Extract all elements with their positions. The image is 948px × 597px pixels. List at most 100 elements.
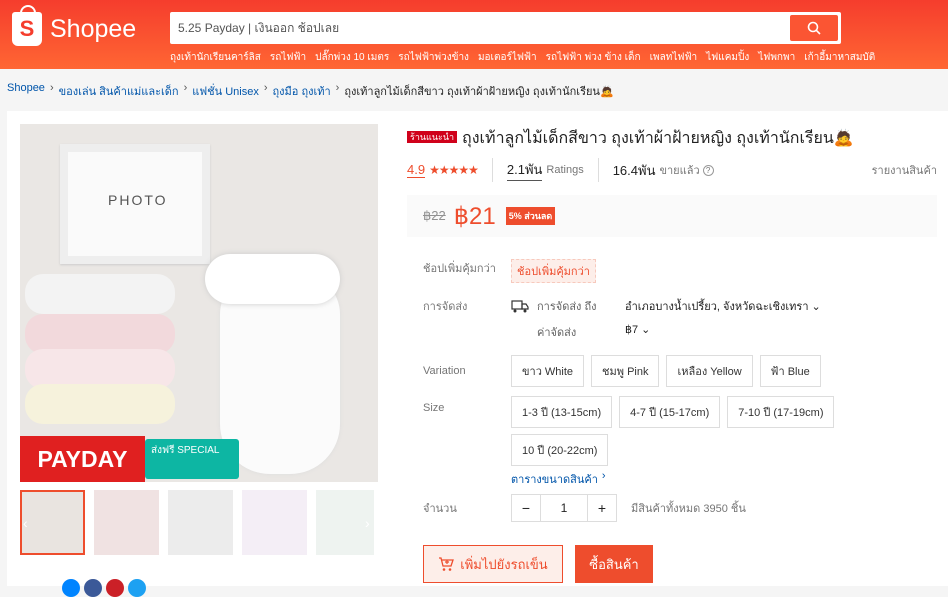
chevron-right-icon[interactable]: › [602, 470, 606, 488]
add-to-cart-label: เพิ่มไปยังรถเข็น [460, 556, 548, 572]
add-to-cart-button[interactable]: เพิ่มไปยังรถเข็น [423, 545, 563, 583]
current-price: ฿21 [453, 202, 496, 230]
lace-cuff [205, 254, 340, 304]
thumbnail[interactable] [20, 490, 85, 555]
variation-option[interactable]: เหลือง Yellow [666, 355, 753, 387]
ship-to-value[interactable]: อำเภอบางน้ำเปรี้ยว, จังหวัดฉะเชิงเทรา [625, 297, 809, 315]
help-icon[interactable]: ? [702, 164, 714, 176]
size-label: Size [423, 402, 445, 414]
ship-fee-value[interactable]: ฿7 [625, 323, 638, 341]
chevron-down-icon[interactable]: ⌄ [641, 323, 650, 341]
report-link[interactable]: รายงานสินค้า [872, 161, 937, 179]
shopee-bag-icon: S [12, 5, 42, 46]
quantity-row: จำนวน − 1 + มีสินค้าทั้งหมด 3950 ชิ้น [423, 494, 746, 522]
size-chart-row: ตารางขนาดสินค้า › [511, 470, 606, 488]
product-main-image[interactable]: PHOTO PAYDAY ส่งฟรี SPECIAL [20, 124, 378, 482]
quantity-label: จำนวน [423, 503, 457, 515]
ship-fee-label: ค่าจัดส่ง [537, 327, 577, 339]
quantity-stepper: − 1 + [511, 494, 617, 522]
quantity-input[interactable]: 1 [540, 495, 588, 521]
freeship-banner: ส่งฟรี SPECIAL [145, 439, 239, 479]
hint-link[interactable]: รถไฟฟ้า พ่วง ข้าง เด็ก [546, 50, 641, 65]
brand-name: Shopee [50, 14, 137, 43]
twitter-icon[interactable] [128, 579, 146, 597]
thumbnail[interactable] [168, 490, 233, 555]
price-box: ฿22 ฿21 5% ส่วนลด [407, 195, 937, 237]
buy-now-label: ซื้อสินค้า [589, 556, 639, 572]
rating-stars: ★★★★★ [429, 163, 479, 177]
hint-link[interactable]: มอเตอร์ไฟฟ้า [478, 50, 537, 65]
size-row: Size 1-3 ปี (13-15cm) 4-7 ปี (15-17cm) 7-1… [423, 396, 931, 466]
shipping-row: การจัดส่ง การจัดส่ง ถึง อำเภอบางน้ำเปรี้… [423, 297, 821, 341]
size-option[interactable]: 7-10 ปี (17-19cm) [727, 396, 835, 428]
voucher-tag[interactable]: ช้อปเพิ่มคุ้มกว่า [511, 259, 596, 283]
hint-link[interactable]: เก้าอี้มาหาสมบัติ [804, 50, 875, 65]
breadcrumb-link[interactable]: Shopee [7, 82, 45, 100]
frame-text: PHOTO [108, 192, 168, 208]
product-info: ร้านแนะนำ ถุงเท้าลูกไม้เด็กสีขาว ถุงเท้าผ… [407, 126, 937, 237]
variation-option[interactable]: ฟ้า Blue [759, 355, 821, 387]
hint-link[interactable]: ไฟแคมปิ้ง [706, 50, 749, 65]
discount-badge: 5% ส่วนลด [505, 207, 556, 225]
breadcrumb: Shopee › ของเล่น สินค้าแม่และเด็ก › แฟชั่น… [7, 82, 614, 100]
share-icons [62, 579, 146, 597]
search-button[interactable] [790, 15, 838, 41]
ship-to-label: การจัดส่ง ถึง [537, 301, 597, 313]
sold-count: 16.4พัน [612, 162, 656, 178]
hint-link[interactable]: รถไฟฟ้าพ่วงข้าง [398, 50, 469, 65]
breadcrumb-link[interactable]: แฟชั่น Unisex [192, 82, 259, 100]
variation-option[interactable]: ขาว White [511, 355, 585, 387]
variation-option[interactable]: ชมพู Pink [591, 355, 660, 387]
variation-label: Variation [423, 365, 466, 377]
variation-row: Variation ขาว White ชมพู Pink เหลือง Yello… [423, 355, 828, 387]
thumbnail[interactable] [94, 490, 159, 555]
thumbnail-strip: ‹ › [20, 490, 374, 555]
product-stats: 4.9 ★★★★★ 2.1พัน Ratings 16.4พัน ขายแล้ว… [407, 158, 937, 182]
increase-button[interactable]: + [588, 495, 616, 521]
cart-icon [439, 556, 455, 571]
hint-link[interactable]: รถไฟฟ้า [270, 50, 306, 65]
stock-info: มีสินค้าทั้งหมด 3950 ชิ้น [631, 503, 746, 515]
size-option[interactable]: 1-3 ปี (13-15cm) [511, 396, 613, 428]
hint-link[interactable]: ไฟพกพา [758, 50, 795, 65]
breadcrumb-link[interactable]: ถุงมือ ถุงเท้า [273, 82, 331, 100]
product-title-row: ร้านแนะนำ ถุงเท้าลูกไม้เด็กสีขาว ถุงเท้าผ… [407, 126, 937, 150]
thumb-next-icon[interactable]: › [365, 515, 370, 531]
recommended-badge: ร้านแนะนำ [407, 131, 458, 143]
header: S Shopee ถุงเท้านักเรียนคาร์ลิส รถไฟฟ้า … [0, 0, 948, 69]
size-option[interactable]: 4-7 ปี (15-17cm) [619, 396, 721, 428]
breadcrumb-link[interactable]: ของเล่น สินค้าแม่และเด็ก [59, 82, 179, 100]
search-icon [807, 21, 821, 35]
thumbnail[interactable] [242, 490, 307, 555]
original-price: ฿22 [423, 208, 446, 223]
photo-frame: PHOTO [60, 144, 210, 264]
shipping-label: การจัดส่ง [423, 301, 468, 313]
search-input[interactable] [178, 16, 778, 40]
chevron-down-icon[interactable]: ⌄ [812, 300, 821, 313]
size-chart-link[interactable]: ตารางขนาดสินค้า [511, 470, 598, 488]
sold-label: ขายแล้ว [659, 165, 700, 177]
ratings-count[interactable]: 2.1พัน [506, 159, 543, 181]
size-option[interactable]: 10 ปี (20-22cm) [511, 434, 609, 466]
truck-icon [511, 299, 529, 312]
product-panel: PHOTO PAYDAY ส่งฟรี SPECIAL ‹ › ร้านแนะน… [7, 111, 948, 597]
decrease-button[interactable]: − [512, 495, 540, 521]
pinterest-icon[interactable] [106, 579, 124, 597]
breadcrumb-current: ถุงเท้าลูกไม้เด็กสีขาว ถุงเท้าผ้าฝ้ายหญิ… [344, 86, 614, 98]
voucher-row: ช้อปเพิ่มคุ้มกว่า ช้อปเพิ่มคุ้มกว่า [423, 259, 596, 283]
hint-link[interactable]: ถุงเท้านักเรียนคาร์ลิส [170, 50, 261, 65]
buy-now-button[interactable]: ซื้อสินค้า [575, 545, 653, 583]
messenger-icon[interactable] [62, 579, 80, 597]
hint-link[interactable]: เพลทไฟฟ้า [650, 50, 698, 65]
hint-link[interactable]: ปลั๊กพ่วง 10 เมตร [315, 50, 389, 65]
rating-value[interactable]: 4.9 [407, 162, 426, 178]
product-title: ถุงเท้าลูกไม้เด็กสีขาว ถุงเท้าผ้าฝ้ายหญิ… [462, 130, 854, 147]
voucher-label: ช้อปเพิ่มคุ้มกว่า [423, 263, 496, 275]
ratings-label: Ratings [546, 164, 584, 176]
search-hints: ถุงเท้านักเรียนคาร์ลิส รถไฟฟ้า ปลั๊กพ่วง… [170, 50, 875, 65]
facebook-icon[interactable] [84, 579, 102, 597]
search-bar [170, 12, 841, 44]
payday-banner: PAYDAY [20, 436, 145, 482]
shopee-logo[interactable]: S Shopee [12, 5, 137, 46]
thumb-prev-icon[interactable]: ‹ [23, 515, 28, 531]
